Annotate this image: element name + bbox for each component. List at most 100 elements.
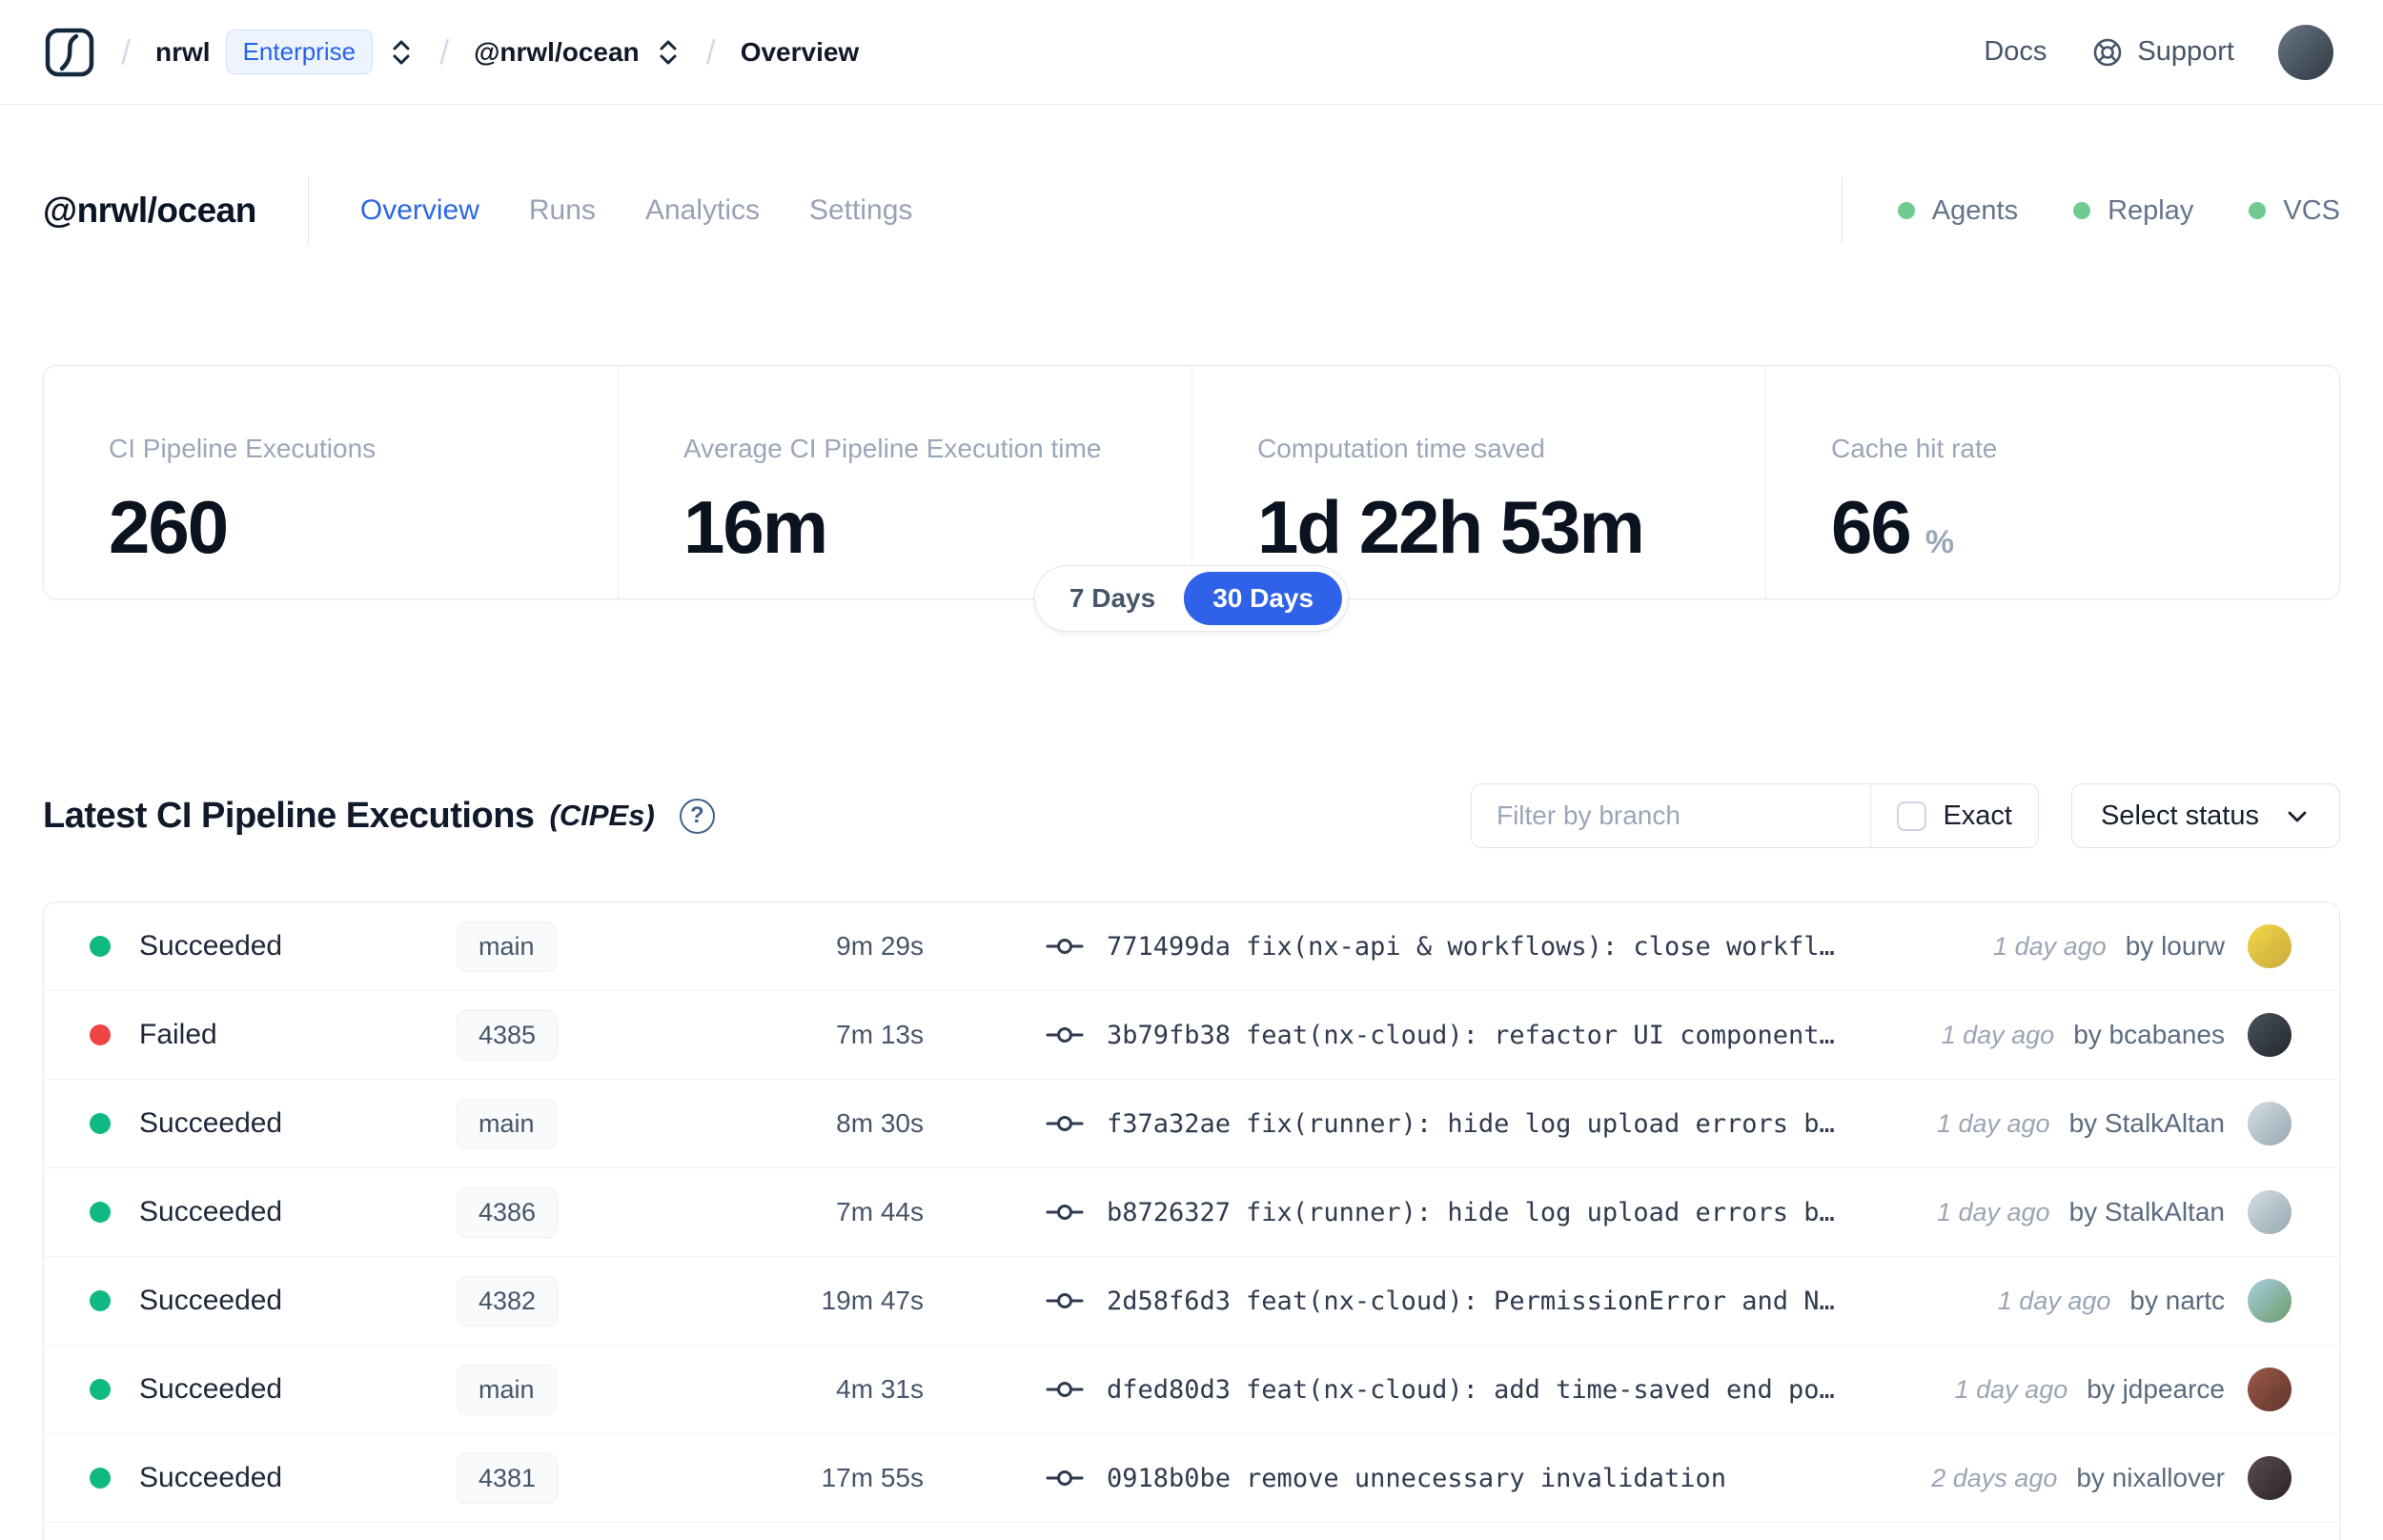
date-range-toggle: 7 Days 30 Days [1033, 565, 1350, 632]
author-avatar [2248, 1102, 2291, 1145]
branch-cell: main [457, 1364, 706, 1415]
status-dot [90, 1024, 111, 1045]
commit-hash[interactable]: 771499da [1107, 932, 1231, 962]
branch-cell: 4382 [457, 1275, 706, 1327]
branch-badge: 4385 [457, 1009, 559, 1061]
duration: 19m 47s [821, 1286, 924, 1315]
git-commit-icon [1046, 936, 1084, 957]
workspace-name: @nrwl/ocean [474, 36, 640, 67]
time-ago: 1 day ago [1936, 1197, 2050, 1226]
status-dot [1897, 202, 1915, 219]
author: by StalkAltan [2068, 1108, 2225, 1138]
top-navbar: / nrwl Enterprise / @nrwl/ocean / Overvi… [0, 0, 2383, 105]
stat-card: Average CI Pipeline Execution time 16m [618, 366, 1192, 598]
tab-settings[interactable]: Settings [809, 194, 912, 227]
git-commit-icon [1046, 1202, 1084, 1223]
status-dot [2073, 202, 2091, 219]
commit-cell: 0918b0be remove unnecessary invalidation [1046, 1464, 1726, 1493]
cipe-row[interactable]: Succeeded main 4m 31s dfed80d3 feat(nx-c… [44, 1346, 2339, 1434]
status-select[interactable]: Select status [2070, 783, 2340, 848]
chevron-updown-icon [388, 37, 415, 68]
commit-hash[interactable]: 3b79fb38 [1107, 1021, 1231, 1050]
author-avatar [2248, 1013, 2291, 1057]
git-commit-icon [1046, 1024, 1084, 1045]
commit-hash[interactable]: dfed80d3 [1107, 1375, 1231, 1405]
range-option-30-days[interactable]: 30 Days [1184, 572, 1343, 625]
partial-row [44, 1523, 2339, 1540]
duration: 8m 30s [836, 1108, 924, 1138]
navbar-actions: Docs Support [1984, 24, 2333, 80]
cipe-row[interactable]: Failed 4385 7m 13s 3b79fb38 feat(nx-clou… [44, 991, 2339, 1080]
workspace-selector[interactable]: @nrwl/ocean [474, 37, 682, 68]
commit-hash[interactable]: 0918b0be [1107, 1464, 1231, 1493]
stat-label: CI Pipeline Executions [109, 434, 377, 463]
tab-overview[interactable]: Overview [360, 194, 479, 227]
git-commit-icon [1046, 1290, 1084, 1311]
status-cell: Succeeded [90, 1373, 457, 1406]
cipe-row[interactable]: Succeeded 4386 7m 44s b8726327 fix(runne… [44, 1168, 2339, 1257]
commit-cell: 771499da fix(nx-api & workflows): close … [1046, 932, 1835, 962]
commit-hash[interactable]: f37a32ae [1107, 1109, 1231, 1139]
status-dot [90, 1468, 111, 1489]
cipe-row[interactable]: Succeeded main 9m 29s 771499da fix(nx-ap… [44, 902, 2339, 991]
status-label: Failed [139, 1019, 217, 1050]
org-name: nrwl [155, 36, 211, 67]
stat-value: 16m [683, 485, 828, 569]
status-label: Succeeded [139, 1462, 283, 1493]
tab-analytics[interactable]: Analytics [645, 194, 760, 227]
commit-message: feat(nx-cloud): PermissionError and N… [1246, 1286, 1835, 1316]
service-status-vcs[interactable]: VCS [2249, 195, 2340, 227]
service-status-replay[interactable]: Replay [2073, 195, 2193, 227]
stat-label: Average CI Pipeline Execution time [683, 434, 1102, 463]
user-avatar[interactable] [2278, 24, 2333, 80]
status-label: Succeeded [139, 930, 283, 962]
duration: 17m 55s [821, 1463, 924, 1492]
chevron-down-icon [2284, 802, 2311, 829]
stat-label: Computation time saved [1257, 434, 1545, 463]
author: by bcabanes [2073, 1020, 2225, 1049]
commit-cell: b8726327 fix(runner): hide log upload er… [1046, 1198, 1835, 1227]
author: by lourw [2125, 931, 2225, 961]
meta-cell: 2 days ago by nixallover [1931, 1456, 2291, 1500]
breadcrumb-separator: / [705, 31, 716, 71]
service-label: Replay [2108, 194, 2194, 226]
exact-checkbox[interactable] [1897, 800, 1927, 831]
cipe-row[interactable]: Succeeded 4381 17m 55s 0918b0be remove u… [44, 1434, 2339, 1523]
workspace-header: @nrwl/ocean Overview Runs Analytics Setting… [43, 168, 2340, 253]
duration: 7m 44s [836, 1197, 924, 1226]
help-icon[interactable]: ? [679, 798, 715, 834]
nx-cloud-logo[interactable] [43, 26, 96, 79]
divider [307, 176, 309, 245]
service-label: VCS [2283, 194, 2340, 226]
support-label: Support [2137, 36, 2234, 67]
workspace-tabs: Overview Runs Analytics Settings [360, 194, 913, 227]
meta-cell: 1 day ago by StalkAltan [1937, 1190, 2291, 1234]
branch-badge: 4381 [457, 1452, 559, 1504]
exact-toggle: Exact [1871, 784, 2038, 847]
status-dot [90, 1290, 111, 1311]
service-status-agents[interactable]: Agents [1897, 195, 2018, 227]
cipe-row[interactable]: Succeeded main 8m 30s f37a32ae fix(runne… [44, 1080, 2339, 1168]
breadcrumb-separator: / [439, 31, 450, 71]
range-option-7-days[interactable]: 7 Days [1041, 572, 1184, 625]
commit-message: fix(runner): hide log upload errors b… [1246, 1108, 1835, 1139]
divider [1841, 177, 1843, 244]
docs-link[interactable]: Docs [1984, 36, 2047, 68]
org-selector[interactable]: nrwl Enterprise [155, 30, 415, 74]
status-label: Succeeded [139, 1285, 283, 1316]
status-dot [90, 1202, 111, 1223]
enterprise-badge: Enterprise [225, 30, 374, 74]
stat-value: 66 [1831, 485, 1912, 569]
commit-hash[interactable]: b8726327 [1107, 1198, 1231, 1227]
author: by StalkAltan [2068, 1197, 2225, 1226]
commit-message: feat(nx-cloud): refactor UI component… [1246, 1020, 1835, 1050]
branch-filter-input[interactable] [1471, 784, 1871, 847]
commit-hash[interactable]: 2d58f6d3 [1107, 1287, 1231, 1316]
status-cell: Failed [90, 1019, 457, 1051]
support-link[interactable]: Support [2090, 35, 2234, 70]
tab-runs[interactable]: Runs [529, 194, 596, 227]
duration: 7m 13s [836, 1020, 924, 1049]
cipe-row[interactable]: Succeeded 4382 19m 47s 2d58f6d3 feat(nx-… [44, 1257, 2339, 1346]
commit-cell: 2d58f6d3 feat(nx-cloud): PermissionError… [1046, 1287, 1835, 1316]
author-avatar [2248, 924, 2291, 968]
